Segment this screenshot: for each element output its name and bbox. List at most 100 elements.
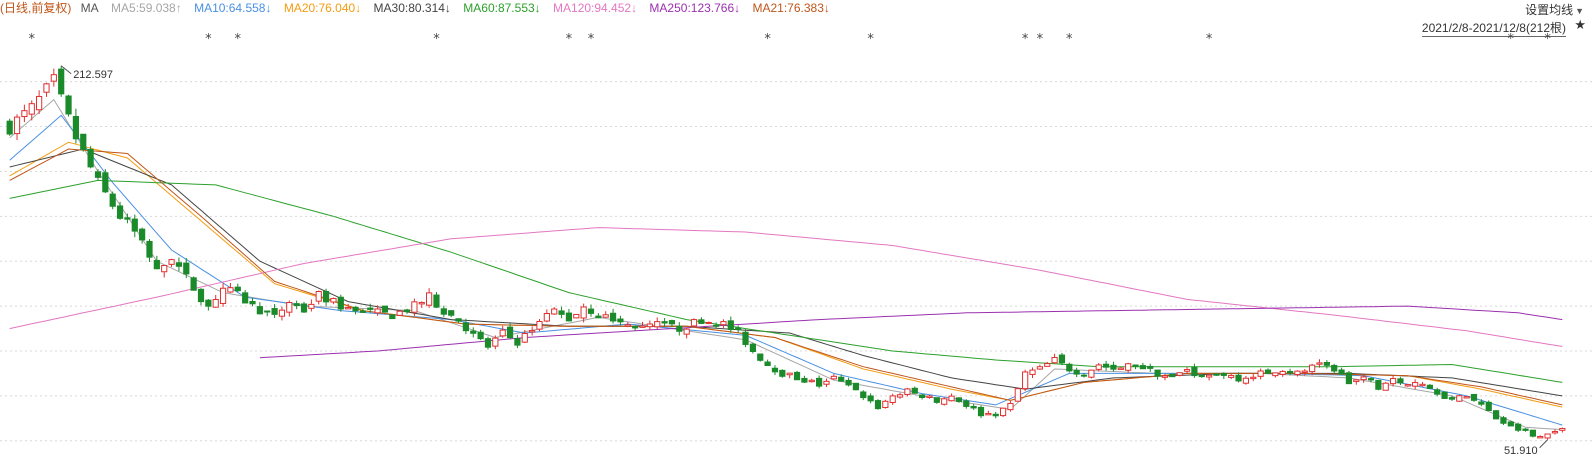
candle (690, 318, 698, 327)
candle-body (1353, 379, 1360, 382)
candle-body (183, 262, 190, 275)
event-marker: * (588, 32, 595, 47)
candle-body (1301, 370, 1308, 373)
candle (131, 214, 138, 238)
candle (1176, 372, 1183, 377)
candle-body (1522, 428, 1529, 431)
candle-body (249, 300, 256, 305)
candle (403, 308, 411, 314)
candle-body (573, 313, 580, 319)
candle (396, 310, 403, 317)
candle-body (1434, 389, 1441, 395)
candle (779, 369, 786, 378)
candle-body (720, 321, 727, 326)
candle-body (197, 288, 205, 303)
candle-body (234, 286, 241, 292)
candle (867, 393, 874, 404)
candle-body (80, 133, 87, 151)
candle (1470, 393, 1478, 402)
candle-body (1007, 402, 1014, 411)
candle-body (1478, 401, 1485, 405)
candle-body (919, 394, 926, 398)
candle-body (205, 299, 212, 307)
candle-body (793, 371, 801, 381)
candle-body (948, 395, 955, 402)
candle-body (161, 265, 168, 273)
candle (948, 393, 955, 402)
candle-body (896, 394, 904, 398)
candle (565, 308, 573, 322)
candle (300, 301, 308, 313)
candle-body (1441, 391, 1448, 399)
candle-body (595, 315, 602, 319)
candle (1220, 372, 1227, 380)
candle (1375, 379, 1382, 391)
candle-body (529, 330, 536, 333)
candle (381, 305, 389, 313)
candle-body (87, 148, 94, 168)
candle (683, 327, 690, 339)
candle (676, 322, 683, 336)
candle (308, 299, 315, 312)
candle (1345, 370, 1353, 385)
moving-average-lines (9, 98, 1563, 431)
candle (1228, 373, 1235, 380)
candle (551, 307, 558, 315)
candle-body (867, 395, 874, 402)
candle-body (521, 332, 528, 343)
candle-body (977, 406, 985, 417)
candle-body (845, 379, 852, 386)
candle-body (426, 292, 433, 306)
candle-body (21, 110, 28, 118)
candle (21, 104, 28, 123)
candle-body (1286, 370, 1294, 374)
candles[interactable] (6, 65, 1566, 440)
candle-body (727, 320, 734, 330)
candle-body (955, 397, 963, 402)
candle-body (65, 95, 72, 115)
candle-body (1235, 374, 1242, 382)
candle (470, 327, 477, 338)
event-marker: * (205, 32, 212, 47)
candle (13, 114, 21, 141)
candlestick-chart[interactable]: * * * * * * * * * * * * * * 212.597 51.910 (0, 0, 1594, 463)
candle-body (705, 322, 712, 325)
candle-body (300, 303, 308, 313)
candle (109, 191, 116, 210)
candle-body (286, 302, 293, 313)
ma-line-ma10 (9, 114, 1563, 426)
candle (1485, 400, 1492, 411)
candle-body (646, 323, 653, 328)
candle-body (352, 306, 359, 312)
candle (911, 386, 918, 394)
candle (212, 294, 219, 308)
candle (757, 353, 764, 362)
candle-body (801, 377, 808, 383)
candle (80, 133, 87, 152)
candle-body (543, 313, 550, 322)
candle-body (676, 325, 683, 332)
candle-body (823, 380, 830, 385)
candle (808, 378, 815, 383)
candle (816, 375, 823, 389)
candle (278, 306, 286, 321)
candle-body (1485, 401, 1492, 411)
candle-body (499, 329, 506, 337)
candle (1397, 376, 1404, 386)
candle (1242, 375, 1250, 385)
candle-body (882, 400, 889, 408)
ma-line-ma20 (9, 141, 1563, 408)
candle-body (1367, 378, 1375, 381)
candle (735, 325, 742, 334)
candle-body (602, 314, 609, 318)
candle-body (1338, 369, 1345, 375)
candle-body (830, 375, 837, 380)
candle-body (293, 303, 300, 307)
candle (330, 297, 337, 305)
candle-body (58, 68, 65, 95)
candle-body (1102, 363, 1110, 368)
event-marker: * (1022, 32, 1029, 47)
candle-body (1161, 375, 1169, 378)
candle (1323, 360, 1330, 369)
candle (1125, 362, 1132, 373)
